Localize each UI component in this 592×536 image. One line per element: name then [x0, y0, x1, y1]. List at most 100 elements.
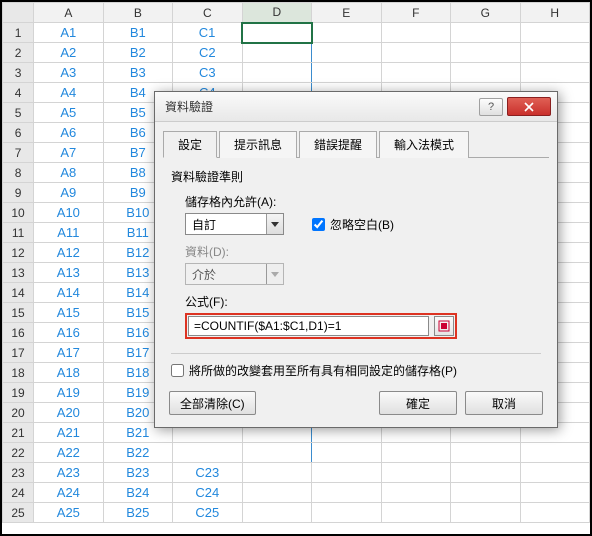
cell[interactable] [312, 463, 381, 483]
cell[interactable] [312, 23, 381, 43]
cell[interactable]: A25 [34, 503, 103, 523]
tab-settings[interactable]: 設定 [163, 131, 217, 158]
cell[interactable] [242, 43, 311, 63]
cell[interactable]: A19 [34, 383, 103, 403]
cell[interactable] [242, 503, 311, 523]
row-header[interactable]: 12 [3, 243, 34, 263]
cell[interactable]: A14 [34, 283, 103, 303]
cell[interactable]: B24 [103, 483, 172, 503]
row-header[interactable]: 14 [3, 283, 34, 303]
dialog-titlebar[interactable]: 資料驗證 ? [155, 92, 557, 122]
cell[interactable] [520, 483, 590, 503]
cell[interactable]: A9 [34, 183, 103, 203]
cell[interactable] [242, 483, 311, 503]
cell[interactable]: A22 [34, 443, 103, 463]
cell[interactable] [312, 63, 381, 83]
row-header[interactable]: 10 [3, 203, 34, 223]
apply-all-checkbox[interactable]: 將所做的改變套用至所有具有相同設定的儲存格(P) [171, 362, 541, 379]
row-header[interactable]: 9 [3, 183, 34, 203]
cell[interactable]: A10 [34, 203, 103, 223]
cell[interactable] [312, 503, 381, 523]
row-header[interactable]: 21 [3, 423, 34, 443]
cell[interactable] [451, 443, 520, 463]
cell[interactable] [451, 43, 520, 63]
cell[interactable]: A8 [34, 163, 103, 183]
cell[interactable]: A20 [34, 403, 103, 423]
row-header[interactable]: 7 [3, 143, 34, 163]
cell[interactable]: A13 [34, 263, 103, 283]
row-header[interactable]: 11 [3, 223, 34, 243]
tab-message[interactable]: 提示訊息 [219, 131, 297, 158]
cell[interactable]: B1 [103, 23, 172, 43]
clear-all-button[interactable]: 全部清除(C) [169, 391, 256, 415]
row-header[interactable]: 6 [3, 123, 34, 143]
close-button[interactable] [507, 97, 551, 116]
cell[interactable]: C24 [173, 483, 242, 503]
column-header[interactable]: F [381, 3, 450, 23]
row-header[interactable]: 19 [3, 383, 34, 403]
cell[interactable]: A21 [34, 423, 103, 443]
cell[interactable] [312, 443, 381, 463]
cell[interactable] [242, 23, 311, 43]
column-header[interactable]: H [520, 3, 590, 23]
cell[interactable] [312, 483, 381, 503]
cell[interactable] [381, 463, 450, 483]
cell[interactable] [381, 63, 450, 83]
row-header[interactable]: 23 [3, 463, 34, 483]
row-header[interactable]: 1 [3, 23, 34, 43]
row-header[interactable]: 20 [3, 403, 34, 423]
row-header[interactable]: 3 [3, 63, 34, 83]
row-header[interactable]: 13 [3, 263, 34, 283]
cell[interactable] [242, 443, 311, 463]
row-header[interactable]: 25 [3, 503, 34, 523]
cell[interactable]: A11 [34, 223, 103, 243]
cell[interactable]: A6 [34, 123, 103, 143]
cell[interactable]: A24 [34, 483, 103, 503]
cell[interactable]: A7 [34, 143, 103, 163]
row-header[interactable]: 15 [3, 303, 34, 323]
cell[interactable] [451, 63, 520, 83]
row-header[interactable]: 8 [3, 163, 34, 183]
cell[interactable] [520, 463, 590, 483]
cell[interactable]: A2 [34, 43, 103, 63]
cell[interactable] [451, 503, 520, 523]
help-button[interactable]: ? [479, 98, 503, 116]
cell[interactable] [381, 23, 450, 43]
cell[interactable]: B3 [103, 63, 172, 83]
column-header[interactable]: E [312, 3, 381, 23]
row-header[interactable]: 17 [3, 343, 34, 363]
formula-input[interactable] [188, 316, 429, 336]
row-header[interactable]: 4 [3, 83, 34, 103]
cell[interactable] [173, 443, 242, 463]
cell[interactable] [242, 63, 311, 83]
column-header[interactable]: B [103, 3, 172, 23]
range-selector-button[interactable] [434, 316, 454, 336]
allow-input[interactable] [186, 214, 266, 234]
column-header[interactable]: C [173, 3, 242, 23]
cell[interactable]: A5 [34, 103, 103, 123]
cell[interactable]: C1 [173, 23, 242, 43]
cell[interactable] [451, 483, 520, 503]
cell[interactable]: C2 [173, 43, 242, 63]
tab-ime[interactable]: 輸入法模式 [379, 131, 469, 158]
cancel-button[interactable]: 取消 [465, 391, 543, 415]
cell[interactable]: A4 [34, 83, 103, 103]
cell[interactable]: A23 [34, 463, 103, 483]
tab-error[interactable]: 錯誤提醒 [299, 131, 377, 158]
cell[interactable]: C25 [173, 503, 242, 523]
ok-button[interactable]: 確定 [379, 391, 457, 415]
cell[interactable] [451, 463, 520, 483]
ignore-blank-checkbox[interactable]: 忽略空白(B) [312, 216, 394, 233]
row-header[interactable]: 16 [3, 323, 34, 343]
cell[interactable]: A18 [34, 363, 103, 383]
cell[interactable] [520, 63, 590, 83]
cell[interactable]: B2 [103, 43, 172, 63]
cell[interactable]: B22 [103, 443, 172, 463]
row-header[interactable]: 5 [3, 103, 34, 123]
cell[interactable] [312, 43, 381, 63]
cell[interactable]: B23 [103, 463, 172, 483]
allow-combobox[interactable] [185, 213, 284, 235]
cell[interactable]: C3 [173, 63, 242, 83]
cell[interactable] [381, 443, 450, 463]
cell[interactable]: A12 [34, 243, 103, 263]
